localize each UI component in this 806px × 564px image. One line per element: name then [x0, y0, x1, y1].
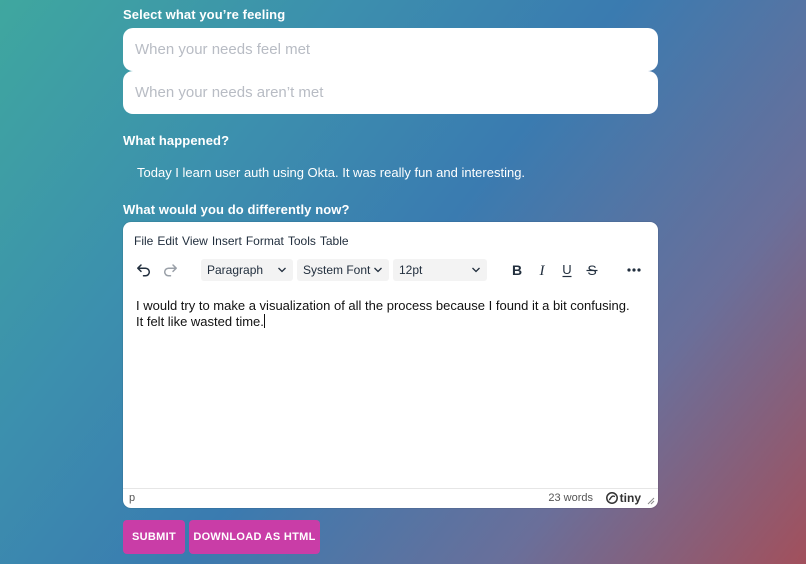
font-family-value: System Font [303, 263, 371, 277]
submit-button[interactable]: SUBMIT [123, 520, 185, 554]
redo-button[interactable] [161, 256, 179, 284]
strikethrough-icon: S [586, 262, 598, 278]
editor-statusbar: p 23 words tiny [123, 488, 658, 508]
more-horizontal-icon [627, 268, 641, 272]
block-format-value: Paragraph [207, 263, 264, 277]
feelings-label: Select what you’re feeling [123, 7, 286, 22]
do-differently-label: What would you do differently now? [123, 202, 350, 217]
editor-toolbar: Paragraph System Font 12pt B I U S [123, 256, 658, 284]
menu-insert[interactable]: Insert [212, 234, 242, 248]
editor-menubar: File Edit View Insert Format Tools Table [134, 234, 349, 248]
needs-met-input[interactable] [123, 28, 658, 71]
menu-view[interactable]: View [182, 234, 208, 248]
tiny-brand-link[interactable]: tiny [605, 491, 641, 505]
bold-button[interactable]: B [507, 256, 527, 284]
underline-icon: U [562, 262, 572, 278]
menu-table[interactable]: Table [320, 234, 349, 248]
font-size-value: 12pt [399, 263, 423, 277]
element-path[interactable]: p [129, 492, 135, 504]
menu-file[interactable]: File [134, 234, 153, 248]
editor-paragraph: I would try to make a visualization of a… [136, 298, 630, 329]
chevron-down-icon [472, 267, 480, 273]
undo-button[interactable] [135, 256, 153, 284]
strikethrough-button[interactable]: S [582, 256, 602, 284]
menu-format[interactable]: Format [246, 234, 284, 248]
font-size-select[interactable]: 12pt [393, 259, 487, 281]
font-family-select[interactable]: System Font [297, 259, 389, 281]
text-caret [263, 314, 265, 328]
editor-content[interactable]: I would try to make a visualization of a… [136, 298, 640, 330]
italic-button[interactable]: I [532, 256, 552, 284]
what-happened-label: What happened? [123, 133, 230, 148]
menu-edit[interactable]: Edit [157, 234, 178, 248]
italic-icon: I [539, 263, 546, 278]
undo-icon [137, 264, 151, 277]
svg-text:B: B [512, 262, 522, 278]
more-options-button[interactable] [623, 256, 645, 284]
menu-tools[interactable]: Tools [288, 234, 316, 248]
redo-icon [163, 264, 177, 277]
svg-text:I: I [539, 263, 546, 278]
svg-text:U: U [562, 262, 571, 277]
resize-handle-icon[interactable] [647, 497, 655, 505]
bold-icon: B [512, 262, 522, 278]
block-format-select[interactable]: Paragraph [201, 259, 293, 281]
word-count[interactable]: 23 words [548, 492, 593, 504]
what-happened-text[interactable]: Today I learn user auth using Okta. It w… [137, 165, 525, 180]
tiny-brand-text: tiny [619, 491, 641, 505]
download-html-button[interactable]: DOWNLOAD AS HTML [189, 520, 320, 554]
needs-unmet-input[interactable] [123, 71, 658, 114]
underline-button[interactable]: U [557, 256, 577, 284]
rich-text-editor: File Edit View Insert Format Tools Table… [123, 222, 658, 508]
chevron-down-icon [374, 267, 382, 273]
tiny-logo-icon [605, 492, 618, 504]
chevron-down-icon [278, 267, 286, 273]
